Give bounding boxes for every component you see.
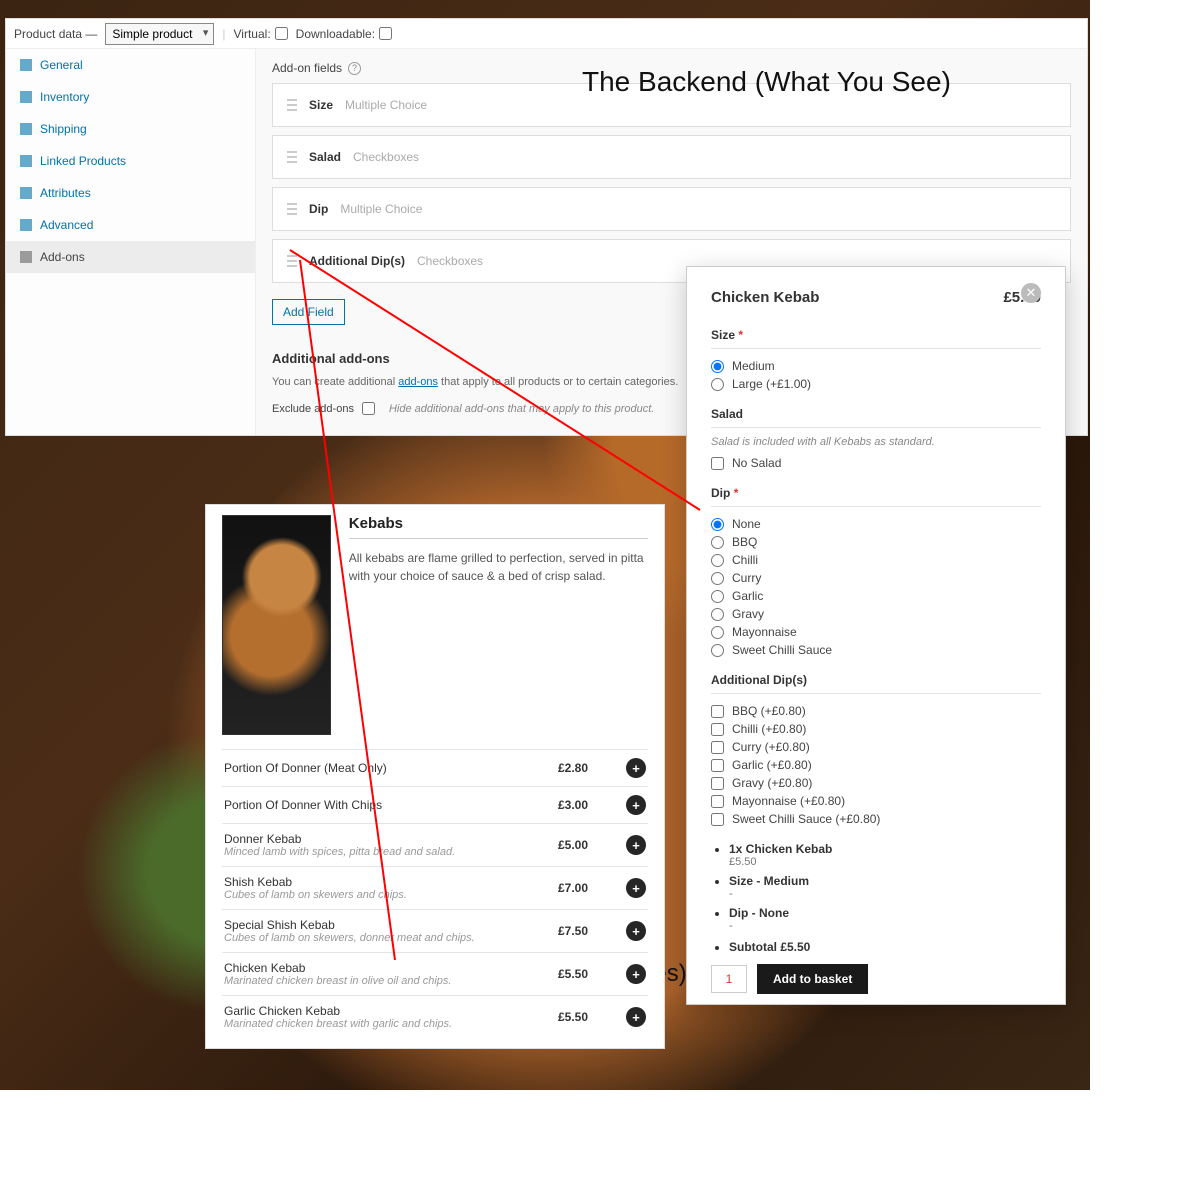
tab-icon bbox=[20, 59, 32, 71]
dip-option[interactable]: Gravy bbox=[711, 605, 1041, 623]
exclude-checkbox[interactable] bbox=[362, 402, 375, 415]
tab-icon bbox=[20, 251, 32, 263]
menu-item: Donner KebabMinced lamb with spices, pit… bbox=[222, 823, 648, 866]
add-item-icon[interactable]: + bbox=[626, 795, 646, 815]
dip-option[interactable]: Chilli bbox=[711, 551, 1041, 569]
tab-general[interactable]: General bbox=[6, 49, 255, 81]
product-popup: ✕ Chicken Kebab £5.50 Size * Medium Larg… bbox=[686, 266, 1066, 1005]
menu-item: Shish KebabCubes of lamb on skewers and … bbox=[222, 866, 648, 909]
quantity-stepper[interactable]: 1 bbox=[711, 965, 747, 993]
exclude-note: Hide additional add-ons that may apply t… bbox=[389, 403, 654, 415]
tab-icon bbox=[20, 219, 32, 231]
size-label: Size bbox=[711, 328, 735, 342]
add-item-icon[interactable]: + bbox=[626, 758, 646, 778]
extra-option[interactable]: Chilli (+£0.80) bbox=[711, 720, 1041, 738]
popup-title: Chicken Kebab bbox=[711, 289, 819, 306]
subtotal: Subtotal £5.50 bbox=[729, 940, 810, 954]
tab-add-ons[interactable]: Add-ons bbox=[6, 241, 255, 273]
close-icon[interactable]: ✕ bbox=[1021, 283, 1041, 303]
exclude-label: Exclude add-ons bbox=[272, 403, 354, 415]
tab-icon bbox=[20, 187, 32, 199]
dip-option[interactable]: None bbox=[711, 515, 1041, 533]
extra-option[interactable]: Sweet Chilli Sauce (+£0.80) bbox=[711, 810, 1041, 828]
extra-option[interactable]: BBQ (+£0.80) bbox=[711, 702, 1041, 720]
backend-title-overlay: The Backend (What You See) bbox=[582, 66, 951, 98]
extra-option[interactable]: Curry (+£0.80) bbox=[711, 738, 1041, 756]
extra-dip-label: Additional Dip(s) bbox=[711, 673, 1041, 694]
drag-icon[interactable] bbox=[287, 255, 297, 267]
add-item-icon[interactable]: + bbox=[626, 1007, 646, 1027]
salad-label: Salad bbox=[711, 407, 1041, 428]
tab-icon bbox=[20, 155, 32, 167]
tab-attributes[interactable]: Attributes bbox=[6, 177, 255, 209]
size-option[interactable]: Medium bbox=[711, 357, 1041, 375]
dip-option[interactable]: BBQ bbox=[711, 533, 1041, 551]
virtual-toggle[interactable]: Virtual: bbox=[234, 27, 288, 41]
menu-item: Garlic Chicken KebabMarinated chicken br… bbox=[222, 995, 648, 1038]
drag-icon[interactable] bbox=[287, 99, 297, 111]
category-title: Kebabs bbox=[349, 515, 648, 532]
product-data-tabs: GeneralInventoryShippingLinked ProductsA… bbox=[6, 49, 256, 435]
addons-link[interactable]: add-ons bbox=[398, 376, 438, 388]
tab-icon bbox=[20, 123, 32, 135]
product-data-header: Product data — Simple product | Virtual:… bbox=[6, 19, 1087, 49]
dip-option[interactable]: Garlic bbox=[711, 587, 1041, 605]
menu-item: Special Shish KebabCubes of lamb on skew… bbox=[222, 909, 648, 952]
product-data-label: Product data — bbox=[14, 27, 97, 41]
add-item-icon[interactable]: + bbox=[626, 878, 646, 898]
add-item-icon[interactable]: + bbox=[626, 921, 646, 941]
product-type-select[interactable]: Simple product bbox=[105, 23, 214, 45]
add-field-button[interactable]: Add Field bbox=[272, 299, 345, 325]
add-item-icon[interactable]: + bbox=[626, 835, 646, 855]
tab-shipping[interactable]: Shipping bbox=[6, 113, 255, 145]
dip-option[interactable]: Mayonnaise bbox=[711, 623, 1041, 641]
order-summary: 1x Chicken Kebab£5.50Size - Medium-Dip -… bbox=[711, 842, 1041, 954]
frontend-menu-panel: Kebabs All kebabs are flame grilled to p… bbox=[205, 504, 665, 1049]
tab-icon bbox=[20, 91, 32, 103]
downloadable-toggle[interactable]: Downloadable: bbox=[296, 27, 392, 41]
tab-inventory[interactable]: Inventory bbox=[6, 81, 255, 113]
extra-option[interactable]: Garlic (+£0.80) bbox=[711, 756, 1041, 774]
tab-advanced[interactable]: Advanced bbox=[6, 209, 255, 241]
extra-option[interactable]: Mayonnaise (+£0.80) bbox=[711, 792, 1041, 810]
salad-note: Salad is included with all Kebabs as sta… bbox=[711, 436, 1041, 448]
addons-heading: Add-on fields bbox=[272, 61, 342, 75]
add-to-basket-button[interactable]: Add to basket bbox=[757, 964, 868, 994]
dip-label: Dip bbox=[711, 486, 730, 500]
drag-icon[interactable] bbox=[287, 151, 297, 163]
salad-option[interactable]: No Salad bbox=[711, 454, 1041, 472]
dip-option[interactable]: Sweet Chilli Sauce bbox=[711, 641, 1041, 659]
menu-item: Chicken KebabMarinated chicken breast in… bbox=[222, 952, 648, 995]
dip-option[interactable]: Curry bbox=[711, 569, 1041, 587]
addon-row[interactable]: SaladCheckboxes bbox=[272, 135, 1071, 179]
size-option[interactable]: Large (+£1.00) bbox=[711, 375, 1041, 393]
tab-linked-products[interactable]: Linked Products bbox=[6, 145, 255, 177]
menu-item: Portion Of Donner (Meat Only)£2.80+ bbox=[222, 749, 648, 786]
help-icon[interactable]: ? bbox=[348, 62, 361, 75]
add-item-icon[interactable]: + bbox=[626, 964, 646, 984]
category-description: All kebabs are flame grilled to perfecti… bbox=[349, 549, 648, 585]
menu-item: Portion Of Donner With Chips£3.00+ bbox=[222, 786, 648, 823]
category-image bbox=[222, 515, 331, 735]
drag-icon[interactable] bbox=[287, 203, 297, 215]
addon-row[interactable]: DipMultiple Choice bbox=[272, 187, 1071, 231]
extra-option[interactable]: Gravy (+£0.80) bbox=[711, 774, 1041, 792]
